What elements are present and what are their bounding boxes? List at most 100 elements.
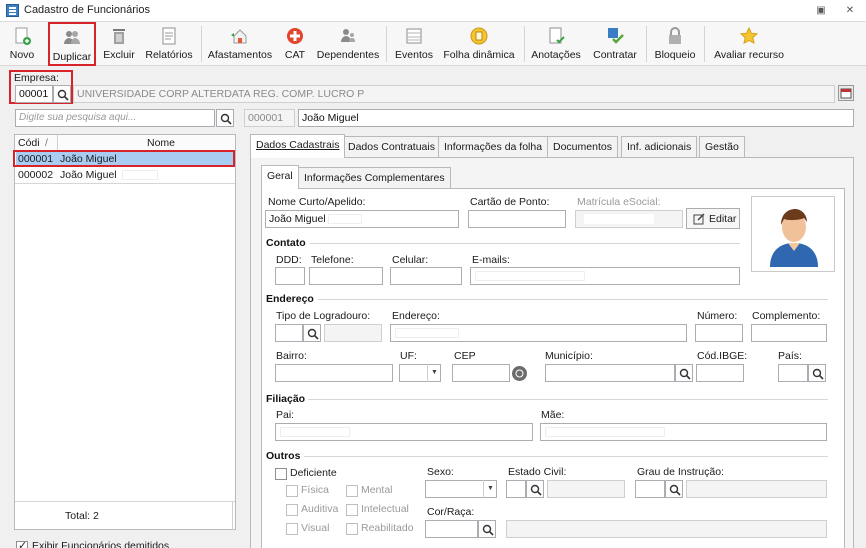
pais-input[interactable] bbox=[778, 364, 808, 382]
pai-input[interactable] bbox=[275, 423, 533, 441]
chevron-down-icon: ▼ bbox=[427, 364, 441, 382]
endereco-section: Endereço bbox=[266, 293, 314, 305]
cep-search-button[interactable] bbox=[512, 366, 527, 381]
close-button[interactable]: ✕ bbox=[842, 3, 858, 19]
tab-dados-cadastrais[interactable]: Dados Cadastrais bbox=[250, 134, 346, 158]
anotacoes-button[interactable]: Anotações bbox=[530, 22, 582, 66]
celular-label: Celular: bbox=[392, 254, 429, 266]
ddd-input[interactable] bbox=[275, 267, 305, 285]
visual-checkbox[interactable] bbox=[286, 523, 298, 535]
duplicar-button[interactable]: Duplicar bbox=[48, 22, 96, 66]
complemento-input[interactable] bbox=[751, 324, 827, 342]
empresa-lookup-button[interactable] bbox=[53, 85, 71, 103]
emails-label: E-mails: bbox=[472, 254, 510, 266]
col-name-header[interactable]: Nome bbox=[147, 137, 175, 149]
notes-icon bbox=[549, 27, 565, 44]
table-row[interactable]: 000002 João Miguel bbox=[16, 168, 235, 183]
telefone-input[interactable] bbox=[309, 267, 383, 285]
reabilitado-checkbox[interactable] bbox=[346, 523, 358, 535]
emails-input[interactable] bbox=[470, 267, 740, 285]
bloqueio-button[interactable]: Bloqueio bbox=[652, 22, 698, 66]
toolbar-separator bbox=[646, 26, 647, 62]
estado-civil-lookup[interactable] bbox=[526, 480, 544, 498]
bairro-input[interactable] bbox=[275, 364, 393, 382]
numero-input[interactable] bbox=[695, 324, 743, 342]
folha-dinamica-button[interactable]: Folha dinâmica bbox=[440, 22, 518, 66]
avaliar-recurso-button[interactable]: Avaliar recurso bbox=[712, 22, 786, 66]
cep-input[interactable] bbox=[452, 364, 510, 382]
mental-checkbox[interactable] bbox=[346, 485, 358, 497]
pai-label: Pai: bbox=[276, 409, 295, 421]
show-dismissed-label: Exibir Funcionários demitidos bbox=[32, 540, 170, 548]
restore-button[interactable]: ▣ bbox=[813, 3, 829, 19]
contratar-button[interactable]: Contratar bbox=[590, 22, 640, 66]
subtab-informacoes-complementares[interactable]: Informações Complementares bbox=[298, 167, 451, 189]
eventos-button[interactable]: Eventos bbox=[394, 22, 434, 66]
house-leave-icon bbox=[231, 29, 247, 44]
celular-input[interactable] bbox=[390, 267, 462, 285]
cor-raca-lookup[interactable] bbox=[478, 520, 496, 538]
intelectual-checkbox[interactable] bbox=[346, 504, 358, 516]
bairro-label: Bairro: bbox=[276, 350, 307, 362]
show-dismissed-checkbox[interactable] bbox=[16, 539, 28, 548]
relatorios-button[interactable]: Relatórios bbox=[142, 22, 196, 66]
search-icon bbox=[669, 484, 681, 496]
total-count: Total: 2 bbox=[65, 510, 99, 522]
cod-ibge-input[interactable] bbox=[696, 364, 744, 382]
globe-icon bbox=[515, 369, 524, 378]
toolbar-separator bbox=[524, 26, 525, 62]
tab-inf-adicionais[interactable]: Inf. adicionais bbox=[621, 136, 698, 158]
calendar-button[interactable] bbox=[838, 85, 854, 101]
tipo-logradouro-lookup[interactable] bbox=[303, 324, 321, 342]
tab-documentos[interactable]: Documentos bbox=[547, 136, 618, 158]
excluir-button[interactable]: Excluir bbox=[102, 22, 136, 66]
deficiente-checkbox[interactable] bbox=[275, 468, 287, 480]
grid-header bbox=[15, 135, 235, 151]
dependentes-button[interactable]: Dependentes bbox=[316, 22, 380, 66]
cor-raca-desc bbox=[506, 520, 827, 538]
search-button[interactable] bbox=[216, 109, 234, 127]
cor-raca-input[interactable] bbox=[425, 520, 478, 538]
tab-informacoes-folha[interactable]: Informações da folha bbox=[438, 136, 549, 158]
filiacao-section: Filiação bbox=[266, 393, 306, 405]
fisica-checkbox[interactable] bbox=[286, 485, 298, 497]
report-icon bbox=[162, 27, 176, 45]
nome-curto-input[interactable]: João Miguel bbox=[265, 210, 459, 228]
cep-label: CEP bbox=[454, 350, 476, 362]
uf-select[interactable]: ▼ bbox=[399, 364, 441, 382]
editar-button[interactable]: Editar bbox=[686, 208, 740, 229]
municipio-lookup[interactable] bbox=[675, 364, 693, 382]
sexo-select[interactable]: ▼ bbox=[425, 480, 497, 498]
grau-instrucao-label: Grau de Instrução: bbox=[637, 466, 724, 478]
cod-ibge-label: Cód.IBGE: bbox=[697, 350, 748, 362]
tipo-logradouro-label: Tipo de Logradouro: bbox=[276, 310, 371, 322]
empresa-label: Empresa: bbox=[14, 72, 59, 84]
grau-instrucao-lookup[interactable] bbox=[665, 480, 683, 498]
novo-button[interactable]: Novo bbox=[6, 22, 38, 66]
search-icon bbox=[812, 368, 824, 380]
lock-icon bbox=[669, 27, 681, 44]
municipio-input[interactable] bbox=[545, 364, 675, 382]
estado-civil-input[interactable] bbox=[506, 480, 526, 498]
tab-gestao[interactable]: Gestão bbox=[699, 136, 745, 158]
cat-button[interactable]: CAT bbox=[280, 22, 310, 66]
tipo-logradouro-input[interactable] bbox=[275, 324, 303, 342]
endereco-input[interactable] bbox=[390, 324, 687, 342]
avatar-icon bbox=[770, 209, 818, 267]
star-icon bbox=[739, 26, 759, 45]
auditiva-checkbox[interactable] bbox=[286, 504, 298, 516]
col-code-header[interactable]: Códi bbox=[18, 137, 40, 149]
employee-photo[interactable] bbox=[751, 196, 835, 272]
subtab-geral[interactable]: Geral bbox=[261, 165, 299, 189]
afastamentos-button[interactable]: Afastamentos bbox=[206, 22, 274, 66]
mae-input[interactable] bbox=[540, 423, 827, 441]
pais-lookup[interactable] bbox=[808, 364, 826, 382]
cartao-ponto-input[interactable] bbox=[468, 210, 566, 228]
tab-dados-contratuais[interactable]: Dados Contratuais bbox=[342, 136, 441, 158]
medical-cross-icon bbox=[287, 28, 303, 44]
grau-instrucao-input[interactable] bbox=[635, 480, 665, 498]
record-name-field[interactable]: João Miguel bbox=[298, 109, 854, 127]
search-input[interactable]: Digite sua pesquisa aqui... bbox=[15, 109, 215, 127]
numero-label: Número: bbox=[697, 310, 738, 322]
empresa-code-input[interactable]: 00001 bbox=[15, 85, 53, 103]
